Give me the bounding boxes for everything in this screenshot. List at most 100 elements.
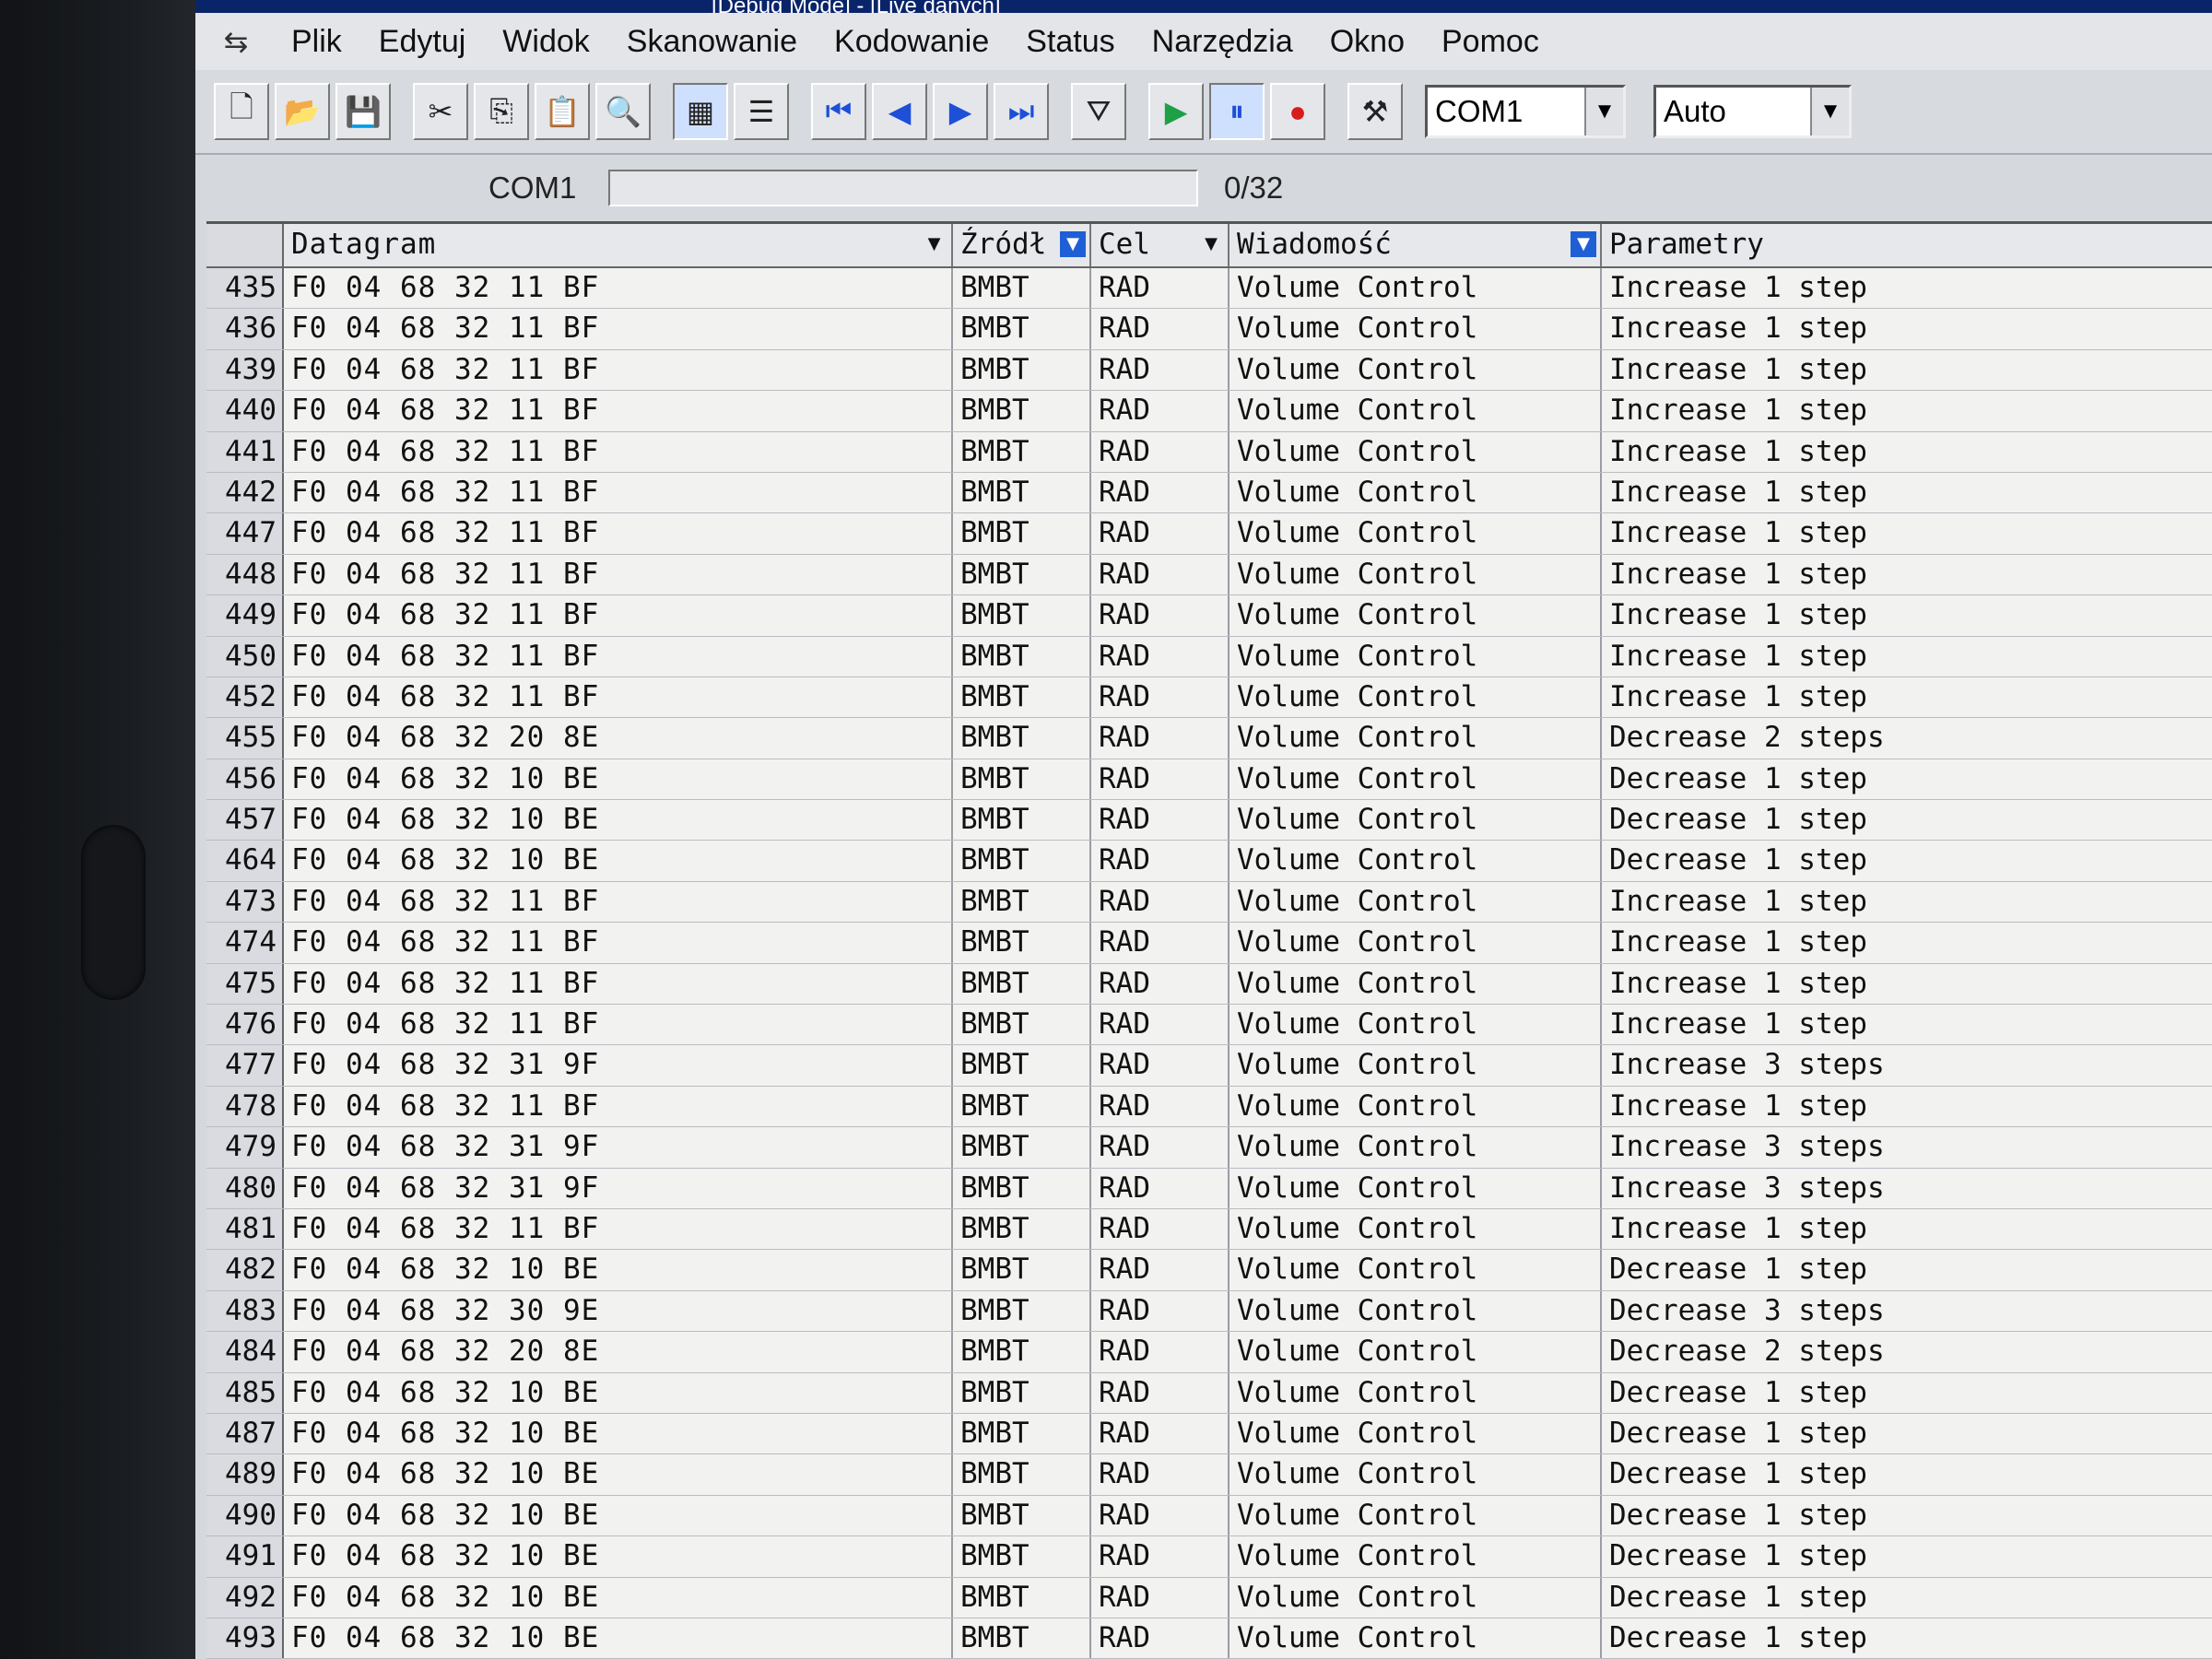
- filter-dropdown-icon[interactable]: ▼: [1198, 231, 1224, 257]
- table-row[interactable]: 473 F0 04 68 32 11 BF BMBT RAD Volume Contro…: [206, 881, 2212, 924]
- table-row[interactable]: 489 F0 04 68 32 10 BE BMBT RAD Volume Contro…: [206, 1454, 2212, 1496]
- menu-okno[interactable]: Okno: [1312, 24, 1423, 60]
- column-header-parameters[interactable]: Parametry: [1602, 224, 2212, 266]
- last-record-icon[interactable]: ⏭: [994, 83, 1049, 140]
- message-cell: Volume Control: [1230, 1495, 1602, 1536]
- table-row[interactable]: 480 F0 04 68 32 31 9F BMBT RAD Volume Contro…: [206, 1168, 2212, 1209]
- grid-view-icon[interactable]: ▦: [673, 83, 728, 140]
- list-view-icon[interactable]: ☰: [734, 83, 789, 140]
- play-icon[interactable]: ▶: [1148, 83, 1204, 140]
- table-row[interactable]: 474 F0 04 68 32 11 BF BMBT RAD Volume Contro…: [206, 923, 2212, 964]
- table-row[interactable]: 482 F0 04 68 32 10 BE BMBT RAD Volume Contro…: [206, 1250, 2212, 1291]
- tools-icon[interactable]: ⚒: [1347, 83, 1403, 140]
- table-row[interactable]: 435 F0 04 68 32 11 BF BMBT RAD Volume Contro…: [206, 268, 2212, 310]
- filter-icon[interactable]: ⛛: [1071, 83, 1126, 140]
- cut-icon[interactable]: ✂: [413, 83, 468, 140]
- table-row[interactable]: 493 F0 04 68 32 10 BE BMBT RAD Volume Contro…: [206, 1618, 2212, 1659]
- column-header-datagram[interactable]: Datagram ▼: [284, 224, 953, 266]
- menu-kodowanie[interactable]: Kodowanie: [816, 24, 1007, 60]
- filter-dropdown-icon[interactable]: ▼: [922, 231, 947, 257]
- parameters-cell: Decrease 1 step: [1609, 1620, 1867, 1654]
- parameters-cell: Increase 1 step: [1609, 1007, 1867, 1041]
- table-row[interactable]: 439 F0 04 68 32 11 BF BMBT RAD Volume Contro…: [206, 349, 2212, 392]
- copy-icon[interactable]: ⎘: [474, 83, 529, 140]
- table-row[interactable]: 456 F0 04 68 32 10 BE BMBT RAD Volume Contro…: [206, 759, 2212, 801]
- table-row[interactable]: 464 F0 04 68 32 10 BE BMBT RAD Volume Contro…: [206, 841, 2212, 882]
- menu-skanowanie[interactable]: Skanowanie: [608, 24, 816, 60]
- datagram-cell: F0 04 68 32 11 BF: [284, 1086, 953, 1127]
- table-row[interactable]: 457 F0 04 68 32 10 BE BMBT RAD Volume Contro…: [206, 800, 2212, 841]
- filter-dropdown-icon[interactable]: ▼: [1060, 231, 1086, 257]
- table-row[interactable]: 436 F0 04 68 32 11 BF BMBT RAD Volume Contro…: [206, 309, 2212, 350]
- row-number: 477: [206, 1045, 284, 1086]
- source-cell: BMBT: [953, 1454, 1091, 1495]
- table-row[interactable]: 481 F0 04 68 32 11 BF BMBT RAD Volume Contro…: [206, 1208, 2212, 1251]
- message-cell: Volume Control: [1230, 1045, 1602, 1086]
- next-record-icon[interactable]: ▶: [933, 83, 988, 140]
- menu-edytuj[interactable]: Edytuj: [360, 24, 485, 60]
- port-select[interactable]: COM1 ▼: [1425, 85, 1626, 138]
- message-cell: Volume Control: [1230, 1332, 1602, 1372]
- table-row[interactable]: 483 F0 04 68 32 30 9E BMBT RAD Volume Contro…: [206, 1290, 2212, 1333]
- table-row[interactable]: 455 F0 04 68 32 20 8E BMBT RAD Volume Contro…: [206, 718, 2212, 759]
- table-row[interactable]: 450 F0 04 68 32 11 BF BMBT RAD Volume Contro…: [206, 636, 2212, 677]
- column-label: Cel: [1099, 228, 1150, 261]
- table-row[interactable]: 442 F0 04 68 32 11 BF BMBT RAD Volume Contro…: [206, 472, 2212, 514]
- datagram-cell: F0 04 68 32 10 BE: [284, 841, 953, 881]
- first-record-icon[interactable]: ⏮: [811, 83, 866, 140]
- table-row[interactable]: 485 F0 04 68 32 10 BE BMBT RAD Volume Contro…: [206, 1372, 2212, 1414]
- table-row[interactable]: 490 F0 04 68 32 10 BE BMBT RAD Volume Contro…: [206, 1495, 2212, 1537]
- previous-record-icon[interactable]: ◀: [872, 83, 927, 140]
- parameters-cell: Increase 1 step: [1609, 557, 1867, 591]
- table-row[interactable]: 441 F0 04 68 32 11 BF BMBT RAD Volume Contro…: [206, 431, 2212, 473]
- column-header-message[interactable]: Wiadomość ▼: [1230, 224, 1602, 266]
- table-row[interactable]: 492 F0 04 68 32 10 BE BMBT RAD Volume Contro…: [206, 1577, 2212, 1618]
- target-cell: RAD: [1091, 472, 1230, 513]
- table-row[interactable]: 476 F0 04 68 32 11 BF BMBT RAD Volume Contro…: [206, 1005, 2212, 1046]
- save-icon[interactable]: 💾: [335, 83, 391, 140]
- find-binoculars-icon[interactable]: 🔍: [595, 83, 651, 140]
- paste-icon[interactable]: 📋: [535, 83, 590, 140]
- table-row[interactable]: 448 F0 04 68 32 11 BF BMBT RAD Volume Contro…: [206, 554, 2212, 596]
- table-row[interactable]: 478 F0 04 68 32 11 BF BMBT RAD Volume Contro…: [206, 1086, 2212, 1128]
- table-row[interactable]: 484 F0 04 68 32 20 8E BMBT RAD Volume Contro…: [206, 1332, 2212, 1373]
- table-row[interactable]: 447 F0 04 68 32 11 BF BMBT RAD Volume Contro…: [206, 513, 2212, 555]
- new-file-icon[interactable]: 🗋: [214, 83, 269, 140]
- target-cell: RAD: [1091, 923, 1230, 963]
- filter-dropdown-icon[interactable]: ▼: [1571, 231, 1596, 257]
- table-row[interactable]: 491 F0 04 68 32 10 BE BMBT RAD Volume Contro…: [206, 1536, 2212, 1578]
- datagram-cell: F0 04 68 32 11 BF: [284, 595, 953, 636]
- row-number: 490: [206, 1495, 284, 1536]
- menu-widok[interactable]: Widok: [484, 24, 607, 60]
- table-row[interactable]: 479 F0 04 68 32 31 9F BMBT RAD Volume Contro…: [206, 1127, 2212, 1169]
- open-folder-icon[interactable]: 📂: [275, 83, 330, 140]
- pause-icon[interactable]: ⏸: [1209, 83, 1265, 140]
- table-row[interactable]: 477 F0 04 68 32 31 9F BMBT RAD Volume Contro…: [206, 1045, 2212, 1087]
- target-cell: RAD: [1091, 1045, 1230, 1086]
- parameters-cell: Decrease 1 step: [1609, 1416, 1867, 1450]
- menu-plik[interactable]: Plik: [273, 24, 360, 60]
- parameters-cell: Increase 1 step: [1609, 925, 1867, 959]
- record-icon[interactable]: ●: [1270, 83, 1325, 140]
- message-cell: Volume Control: [1230, 800, 1602, 841]
- table-row[interactable]: 487 F0 04 68 32 10 BE BMBT RAD Volume Contro…: [206, 1413, 2212, 1455]
- table-row[interactable]: 449 F0 04 68 32 11 BF BMBT RAD Volume Contro…: [206, 595, 2212, 637]
- datagram-cell: F0 04 68 32 11 BF: [284, 554, 953, 595]
- mode-select[interactable]: Auto ▼: [1653, 85, 1852, 138]
- parameters-cell: Decrease 1 step: [1609, 803, 1867, 837]
- chevron-down-icon[interactable]: ▼: [1584, 88, 1623, 135]
- column-header-source[interactable]: Źródł ▼: [953, 224, 1091, 266]
- table-row[interactable]: 475 F0 04 68 32 11 BF BMBT RAD Volume Contro…: [206, 963, 2212, 1006]
- table-row[interactable]: 440 F0 04 68 32 11 BF BMBT RAD Volume Contro…: [206, 391, 2212, 432]
- column-label: Datagram: [291, 228, 437, 261]
- parameters-cell: Decrease 1 step: [1609, 1539, 1867, 1573]
- app-menu-icon[interactable]: ⇆: [212, 23, 260, 60]
- target-cell: RAD: [1091, 759, 1230, 800]
- column-header-target[interactable]: Cel ▼: [1091, 224, 1230, 266]
- menu-narzedzia[interactable]: Narzędzia: [1134, 24, 1312, 60]
- menu-pomoc[interactable]: Pomoc: [1423, 24, 1558, 60]
- menu-status[interactable]: Status: [1007, 24, 1133, 60]
- datagram-cell: F0 04 68 32 10 BE: [284, 1454, 953, 1495]
- chevron-down-icon[interactable]: ▼: [1810, 88, 1849, 135]
- table-row[interactable]: 452 F0 04 68 32 11 BF BMBT RAD Volume Contro…: [206, 677, 2212, 719]
